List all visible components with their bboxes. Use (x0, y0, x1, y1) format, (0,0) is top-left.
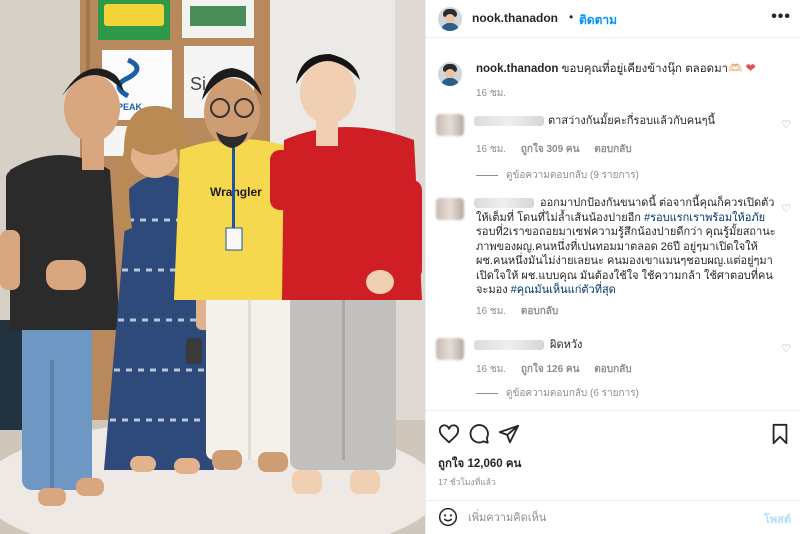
view-replies-label: ดูข้อความตอบกลับ (9 รายการ) (506, 170, 639, 181)
comment-time: 16 ชม. (476, 364, 507, 375)
post-likes-count[interactable]: ถูกใจ 12,060 คน (438, 455, 521, 473)
post-comment-button[interactable]: โพสต์ (764, 510, 791, 528)
svg-text:Si: Si (190, 74, 206, 94)
like-heart-icon[interactable] (438, 423, 460, 445)
post-timestamp[interactable]: 17 ชั่วโมงที่แล้ว (438, 475, 496, 489)
caption-username[interactable]: nook.thanadon (476, 63, 558, 75)
wrangler-logo-text: Wrangler (210, 185, 262, 199)
caption-time: 16 ชม. (476, 88, 507, 99)
replies-line (476, 392, 498, 394)
group-photo-illustration: PEAK Si Wrangler (0, 0, 425, 534)
add-comment-bar: โพสต์ (426, 500, 800, 534)
view-replies-button[interactable]: ดูข้อความตอบกลับ (6 รายการ) (476, 386, 639, 401)
post-header: nook.thanadon • ติดตาม ••• (426, 0, 800, 38)
comment-like-heart-icon[interactable]: ♡ (781, 342, 791, 355)
view-replies-button[interactable]: ดูข้อความตอบกลับ (9 รายการ) (476, 168, 639, 183)
comment-time: 16 ชม. (476, 306, 507, 317)
blurred-username (474, 340, 544, 350)
post-photo[interactable]: PEAK Si Wrangler (0, 0, 425, 534)
bookmark-icon[interactable] (769, 423, 791, 445)
reply-button[interactable]: ตอบกลับ (521, 306, 558, 317)
comments-list[interactable]: nook.thanadon ขอบคุณที่อยู่เคียงข้างนุ๊ก… (426, 38, 800, 410)
separator-dot: • (569, 10, 574, 24)
reply-button[interactable]: ตอบกลับ (594, 144, 631, 155)
caption-text: ขอบคุณที่อยู่เคียงข้างนุ๊ก ตลอดมา🫶🏻 (561, 63, 743, 75)
post-actions: ถูกใจ 12,060 คน 17 ชั่วโมงที่แล้ว (426, 410, 800, 500)
follow-button[interactable]: ติดตาม (579, 11, 617, 30)
red-heart-icon: ❤ (745, 61, 756, 75)
view-replies-label: ดูข้อความตอบกลับ (6 รายการ) (506, 388, 639, 399)
comment-text: ตาสว่างกันมั้ยคะกี่รอบแล้วกับคนๆนี้ (548, 115, 716, 127)
reply-button[interactable]: ตอบกลับ (594, 364, 631, 375)
more-horizontal-icon[interactable]: ••• (771, 8, 791, 26)
hashtag-link[interactable]: #คุณมันเห็นแก่ตัวที่สุด (511, 284, 616, 296)
hashtag-link[interactable]: #รอบแรกเราพร้อมให้อภัย (644, 212, 765, 224)
caption-avatar[interactable] (438, 62, 462, 86)
comment-time: 16 ชม. (476, 144, 507, 155)
comment-text: ผิดหวัง (550, 339, 583, 351)
comment-bubble-icon[interactable] (468, 423, 490, 445)
blurred-avatar[interactable] (436, 198, 464, 220)
emoji-icon[interactable] (438, 507, 458, 527)
comment-text: ออกมาปกป้องกันขนาดนี้ ต่อจากนี้คุณก็ควรเ… (476, 196, 776, 298)
post-detail-panel: nook.thanadon • ติดตาม ••• nook.thanadon… (425, 0, 800, 534)
comment-input[interactable] (468, 508, 748, 528)
caption-text-block: nook.thanadon ขอบคุณที่อยู่เคียงข้างนุ๊ก… (476, 60, 781, 77)
comment-likes-count[interactable]: ถูกใจ 126 คน (521, 364, 580, 375)
author-username[interactable]: nook.thanadon (472, 11, 558, 25)
comment-like-heart-icon[interactable]: ♡ (781, 118, 791, 131)
share-send-icon[interactable] (498, 423, 520, 445)
author-avatar[interactable] (438, 7, 462, 31)
blurred-username (474, 116, 544, 126)
blurred-avatar[interactable] (436, 338, 464, 360)
comment-like-heart-icon[interactable]: ♡ (781, 202, 791, 215)
blurred-avatar[interactable] (436, 114, 464, 136)
replies-line (476, 174, 498, 176)
comment-likes-count[interactable]: ถูกใจ 309 คน (521, 144, 580, 155)
